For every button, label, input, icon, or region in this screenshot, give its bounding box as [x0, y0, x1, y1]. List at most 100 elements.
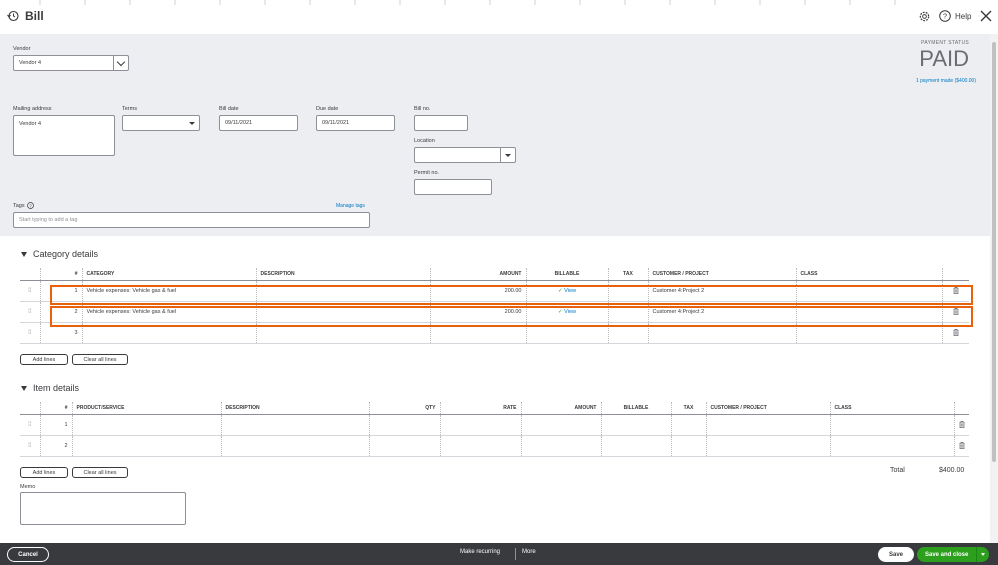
gear-icon[interactable]	[918, 10, 931, 23]
trash-icon[interactable]	[953, 414, 969, 436]
memo-field[interactable]	[20, 492, 186, 525]
class-cell[interactable]	[829, 435, 954, 457]
qty-cell[interactable]	[368, 414, 440, 436]
col-header-description: DESCRIPTION	[220, 402, 369, 415]
scrollbar-thumb[interactable]	[992, 42, 996, 462]
drag-col-header	[20, 402, 40, 415]
add-lines-button[interactable]: Add lines	[20, 467, 68, 478]
amount-cell[interactable]	[520, 414, 601, 436]
col-header-num: #	[39, 402, 72, 415]
mailing-address-value: Vendor 4	[19, 121, 42, 127]
footer-divider	[515, 548, 516, 560]
customer-cell[interactable]	[705, 414, 830, 436]
table-row[interactable]: ⁞⁞ 1	[20, 414, 969, 436]
bill-date-field[interactable]: 09/11/2021	[219, 115, 298, 131]
location-label: Location	[414, 138, 435, 144]
page-title: Bill	[25, 9, 44, 23]
qty-cell[interactable]	[368, 435, 440, 457]
bill-no-field[interactable]	[414, 115, 468, 131]
col-header-description: DESCRIPTION	[255, 268, 430, 281]
drag-handle-icon[interactable]: ⁞⁞	[20, 280, 40, 302]
customer-cell[interactable]	[705, 435, 830, 457]
drag-handle-icon[interactable]: ⁞⁞	[20, 322, 40, 344]
mailing-address-label: Mailing address	[13, 106, 52, 112]
col-header-num: #	[39, 268, 82, 281]
save-and-close-button[interactable]: Save and close	[917, 547, 989, 562]
tags-input[interactable]: Start typing to add a tag	[13, 212, 370, 228]
category-details-toggle[interactable]: Category details	[21, 249, 98, 259]
col-header-amount: AMOUNT	[429, 268, 526, 281]
history-icon[interactable]	[7, 10, 19, 22]
terms-select[interactable]	[122, 115, 200, 131]
rate-cell[interactable]	[439, 435, 521, 457]
tags-label-row: Tags ?	[13, 202, 34, 209]
col-header-rate: RATE	[439, 402, 521, 415]
more-link[interactable]: More	[522, 549, 536, 555]
table-row[interactable]: ⁞⁞ 2	[20, 435, 969, 457]
permit-field[interactable]	[414, 179, 492, 195]
close-icon[interactable]	[980, 10, 992, 22]
bill-date-value: 09/11/2021	[225, 120, 253, 126]
make-recurring-link[interactable]: Make recurring	[460, 549, 500, 555]
total-value: $400.00	[939, 467, 965, 474]
col-header-tax: TAX	[670, 402, 706, 415]
drag-handle-icon[interactable]: ⁞⁞	[20, 414, 40, 436]
cancel-button[interactable]: Cancel	[7, 547, 49, 562]
ruler-ticks	[39, 0, 896, 5]
vendor-label: Vendor	[13, 46, 31, 52]
top-bar: Bill ? Help	[0, 0, 998, 34]
location-select[interactable]	[414, 147, 516, 163]
payment-link[interactable]: 1 payment made ($400.00)	[916, 78, 976, 84]
class-cell[interactable]	[829, 414, 954, 436]
total-label: Total	[890, 467, 905, 474]
tax-cell[interactable]	[670, 435, 706, 457]
manage-tags-link[interactable]: Manage tags	[336, 203, 365, 209]
trash-col-header	[953, 402, 969, 415]
tags-label: Tags	[13, 202, 25, 209]
product-cell[interactable]	[71, 435, 221, 457]
vendor-select[interactable]: Vendor 4	[13, 55, 129, 71]
info-icon[interactable]: ?	[26, 202, 34, 209]
amount-cell[interactable]	[520, 435, 601, 457]
caret-down-icon[interactable]	[185, 116, 199, 130]
tax-cell[interactable]	[670, 414, 706, 436]
vendor-value: Vendor 4	[19, 60, 42, 66]
col-header-category: CATEGORY	[81, 268, 256, 281]
col-header-amount: AMOUNT	[520, 402, 601, 415]
tags-placeholder: Start typing to add a tag	[19, 217, 78, 223]
chevron-down-icon[interactable]	[113, 56, 128, 70]
category-details-title: Category details	[33, 249, 99, 259]
save-button[interactable]: Save	[878, 547, 914, 562]
col-header-tax: TAX	[607, 268, 648, 281]
row-number: 1	[39, 414, 72, 436]
highlight-box	[50, 306, 973, 327]
billable-cell[interactable]	[600, 435, 671, 457]
mailing-address-field[interactable]: Vendor 4	[13, 115, 115, 156]
svg-text:?: ?	[943, 12, 947, 21]
rate-cell[interactable]	[439, 414, 521, 436]
clear-all-lines-button[interactable]: Clear all lines	[72, 467, 128, 478]
description-cell[interactable]	[220, 435, 369, 457]
product-cell[interactable]	[71, 414, 221, 436]
trash-icon[interactable]	[953, 435, 969, 457]
help-label[interactable]: Help	[955, 12, 971, 21]
item-details-toggle[interactable]: Item details	[21, 383, 79, 393]
caret-down-icon[interactable]	[976, 547, 989, 562]
due-date-field[interactable]: 09/11/2021	[316, 115, 395, 131]
col-header-class: CLASS	[795, 268, 942, 281]
bill-no-label: Bill no.	[414, 106, 431, 112]
billable-cell[interactable]	[600, 414, 671, 436]
drag-handle-icon[interactable]: ⁞⁞	[20, 435, 40, 457]
caret-down-icon[interactable]	[500, 148, 515, 162]
clear-all-lines-button[interactable]: Clear all lines	[72, 354, 128, 365]
memo-label: Memo	[20, 484, 36, 490]
drag-handle-icon[interactable]: ⁞⁞	[20, 301, 40, 323]
item-header-row: # PRODUCT/SERVICE DESCRIPTION QTY RATE A…	[20, 402, 969, 415]
description-cell[interactable]	[220, 414, 369, 436]
trash-col-header	[941, 268, 969, 281]
add-lines-button[interactable]: Add lines	[20, 354, 68, 365]
col-header-customer: CUSTOMER / PROJECT	[647, 268, 796, 281]
permit-label: Permit no.	[414, 170, 440, 176]
drag-col-header	[20, 268, 40, 281]
help-icon[interactable]: ?	[939, 10, 951, 22]
